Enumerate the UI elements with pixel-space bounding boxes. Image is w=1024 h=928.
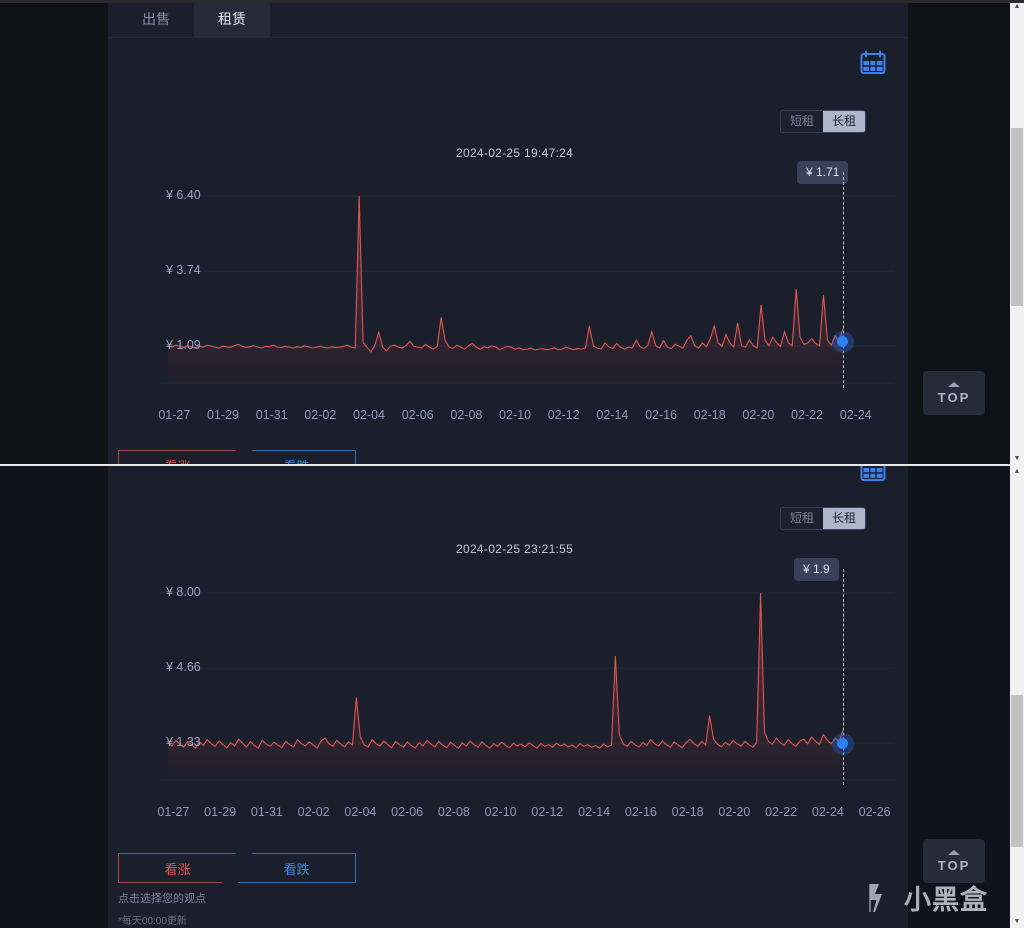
tab-sale[interactable]: 出售 xyxy=(118,0,194,38)
heybox-logo-icon xyxy=(869,883,882,912)
tab-rent-label: 租赁 xyxy=(218,11,246,27)
x-tick-label: 01-31 xyxy=(255,408,288,422)
scroll-to-top-label-lower: TOP xyxy=(937,857,971,873)
x-tick-label: 02-10 xyxy=(484,805,517,819)
price-tooltip-bottom: ¥ 1.9 xyxy=(794,558,839,581)
price-tooltip-top: ¥ 1.71 xyxy=(797,161,849,184)
capture-top: 出售 租赁 短租 长租 2024-02-25 19:47:24 ¥ 6.40 ¥… xyxy=(0,0,1024,465)
x-tick-label: 02-14 xyxy=(578,805,611,819)
x-tick-label: 01-29 xyxy=(204,805,237,819)
y-tick-label-top-0: ¥ 6.40 xyxy=(166,188,201,202)
browser-scrollbar-lower[interactable]: ▲ ▼ xyxy=(1010,465,1024,928)
scroll-to-top-label-upper: TOP xyxy=(937,389,971,405)
scroll-to-top-button-upper[interactable]: TOP xyxy=(923,371,985,415)
scrollbar-thumb-lower[interactable] xyxy=(1011,695,1023,847)
x-tick-label: 02-04 xyxy=(344,805,377,819)
scrollbar-down-arrow-upper[interactable]: ▼ xyxy=(1010,452,1024,465)
scrollbar-thumb-upper[interactable] xyxy=(1011,128,1023,306)
vote-up-button[interactable]: 看涨 xyxy=(118,853,236,883)
site-watermark: 小黑盒 xyxy=(866,878,988,917)
x-tick-label: 01-29 xyxy=(207,408,239,422)
scrollbar-up-arrow-lower[interactable]: ▲ xyxy=(1010,465,1024,478)
x-axis-top: 01-27 01-29 01-31 02-02 02-04 02-06 02-08 02-10… xyxy=(150,408,880,422)
capture-bottom: 短租 长租 2024-02-25 23:21:55 ¥ 8.00 ¥ 4.66 … xyxy=(0,465,1024,928)
vote-down-button-top[interactable]: 看跌 xyxy=(238,450,356,465)
term-short-button[interactable]: 短租 xyxy=(781,111,823,132)
x-tick-label: 02-18 xyxy=(693,408,726,422)
arrow-up-icon-upper xyxy=(948,381,960,387)
marker-dot-bottom[interactable] xyxy=(837,738,848,749)
term-toggle-bottom[interactable]: 短租 长租 xyxy=(780,507,867,531)
price-chart-top-svg xyxy=(160,195,895,384)
x-tick-label: 02-24 xyxy=(811,805,844,819)
x-tick-label: 02-02 xyxy=(297,805,330,819)
x-tick-label: 02-22 xyxy=(791,408,824,422)
x-tick-label: 02-24 xyxy=(839,408,872,422)
vote-buttons-top: 看涨 看跌 xyxy=(118,450,356,465)
chart-timestamp-top: 2024-02-25 19:47:24 xyxy=(456,146,574,160)
browser-scrollbar-upper[interactable]: ▲ ▼ xyxy=(1010,0,1024,465)
x-tick-label: 02-10 xyxy=(499,408,532,422)
y-tick-label-bottom-0: ¥ 8.00 xyxy=(166,585,201,599)
x-tick-label: 02-08 xyxy=(450,408,483,422)
x-tick-label: 02-06 xyxy=(401,408,434,422)
marker-guide-line-top xyxy=(843,172,844,388)
y-tick-label-top-1: ¥ 3.74 xyxy=(166,263,201,277)
term-long-button[interactable]: 长租 xyxy=(823,111,866,133)
vote-buttons-bottom: 看涨 看跌 xyxy=(118,853,356,883)
calendar-icon-bottom[interactable] xyxy=(860,465,886,481)
vote-up-label: 看涨 xyxy=(164,861,191,877)
y-tick-label-bottom-1: ¥ 4.66 xyxy=(166,660,201,674)
price-chart-bottom-svg xyxy=(160,592,895,781)
screenshot-root: 出售 租赁 短租 长租 2024-02-25 19:47:24 ¥ 6.40 ¥… xyxy=(0,0,1024,928)
x-tick-label: 01-27 xyxy=(157,805,190,819)
x-tick-label: 02-22 xyxy=(765,805,798,819)
x-tick-label: 02-06 xyxy=(391,805,424,819)
x-tick-label: 02-20 xyxy=(718,805,751,819)
capture-stitch-divider xyxy=(0,464,1010,466)
x-tick-label: 02-16 xyxy=(645,408,678,422)
tab-sale-label: 出售 xyxy=(142,11,170,27)
content-panel-bottom: 短租 长租 2024-02-25 23:21:55 ¥ 8.00 ¥ 4.66 … xyxy=(108,465,908,928)
watermark-text: 小黑盒 xyxy=(904,885,988,915)
x-tick-label: 02-18 xyxy=(671,805,704,819)
x-tick-label: 01-31 xyxy=(250,805,283,819)
price-chart-bottom[interactable] xyxy=(108,565,908,785)
tab-bar-top: 出售 租赁 xyxy=(108,0,908,38)
x-tick-label: 01-27 xyxy=(158,408,191,422)
scrollbar-down-arrow-lower[interactable]: ▼ xyxy=(1010,915,1024,928)
chart-timestamp-bottom: 2024-02-25 23:21:55 xyxy=(456,542,574,556)
x-tick-label: 02-04 xyxy=(353,408,386,422)
term-long-button-bottom[interactable]: 长租 xyxy=(823,508,866,530)
x-axis-bottom: 01-27 01-29 01-31 02-02 02-04 02-06 02-08 02-10… xyxy=(150,805,898,819)
term-toggle-top[interactable]: 短租 长租 xyxy=(780,110,867,134)
vote-hint-text: 点击选择您的观点 xyxy=(118,893,206,905)
vote-up-button-top[interactable]: 看涨 xyxy=(118,450,236,465)
x-tick-label: 02-12 xyxy=(531,805,564,819)
x-tick-label: 02-16 xyxy=(624,805,657,819)
arrow-up-icon-lower xyxy=(948,849,960,855)
x-tick-label: 02-20 xyxy=(742,408,775,422)
x-tick-label: 02-12 xyxy=(547,408,580,422)
calendar-icon[interactable] xyxy=(860,50,886,74)
y-tick-label-top-2: ¥ 1.09 xyxy=(166,338,201,352)
x-tick-label: 02-08 xyxy=(437,805,470,819)
vote-update-note: *每天00:00更新 xyxy=(118,916,187,927)
window-top-edge xyxy=(0,0,1024,3)
vote-down-label: 看跌 xyxy=(283,861,310,877)
price-chart-top[interactable] xyxy=(108,168,908,388)
vote-down-button[interactable]: 看跌 xyxy=(238,853,356,883)
marker-dot-top[interactable] xyxy=(837,336,848,347)
x-tick-label: 02-14 xyxy=(596,408,629,422)
content-panel-top: 出售 租赁 短租 长租 2024-02-25 19:47:24 ¥ 6.40 ¥… xyxy=(108,0,908,465)
y-tick-label-bottom-2: ¥ 1.33 xyxy=(166,735,201,749)
x-tick-label: 02-02 xyxy=(304,408,337,422)
x-tick-label: 02-26 xyxy=(858,805,891,819)
scroll-to-top-button-lower[interactable]: TOP xyxy=(923,839,985,883)
tab-rent[interactable]: 租赁 xyxy=(194,0,270,38)
term-short-button-bottom[interactable]: 短租 xyxy=(781,508,823,529)
